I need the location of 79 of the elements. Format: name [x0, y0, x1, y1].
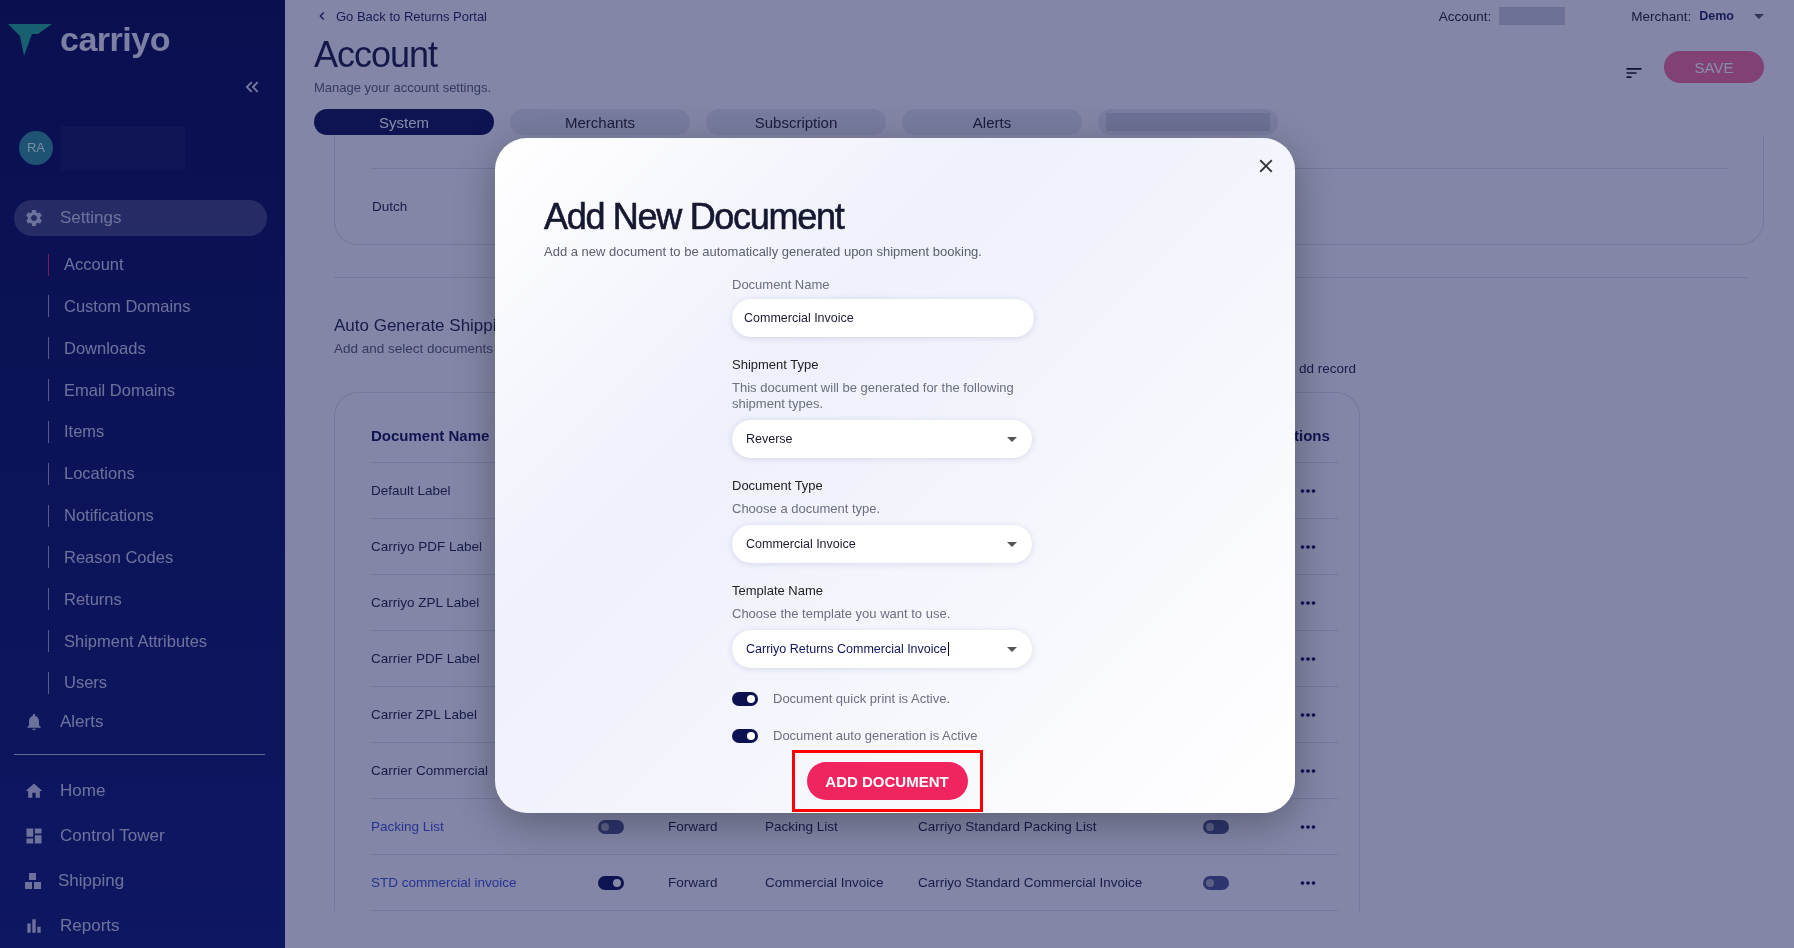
dialog-subtitle: Add a new document to be automatically generated upon shipment booking.	[544, 244, 983, 259]
add-document-button[interactable]: ADD DOCUMENT	[806, 762, 968, 800]
field-label: Document Type	[732, 478, 824, 493]
toggle-switch[interactable]	[598, 875, 624, 890]
merchant-label: Merchant:	[1631, 8, 1692, 24]
field-help: This document will be generated for the following shipment types.	[732, 380, 1015, 412]
column-header: Document Name	[371, 427, 490, 444]
nav-item[interactable]: Control Tower	[14, 813, 267, 859]
table-cell-text: Carrier PDF Label	[371, 651, 481, 666]
nav-item[interactable]: Shipping	[14, 858, 267, 904]
nav-subitem[interactable]: Account	[64, 255, 124, 274]
nav-subitem[interactable]: Email Domains	[64, 380, 175, 400]
select-field[interactable]: Reverse	[732, 420, 1032, 458]
page-title: Account	[314, 34, 439, 76]
page-subtitle: Manage your account settings.	[314, 80, 492, 95]
tab[interactable]: System	[314, 109, 494, 135]
toggle-switch[interactable]	[1203, 875, 1229, 890]
table-cell-text: Packing List	[765, 819, 839, 834]
select-field[interactable]: Carriyo Returns Commercial Invoice	[732, 630, 1032, 668]
field-label: Document Name	[732, 277, 831, 292]
section-title: Auto Generate Shippi	[334, 316, 497, 336]
field-help: Choose a document type.	[732, 501, 882, 517]
logo-icon	[8, 21, 54, 58]
nav-subitem[interactable]: Users	[64, 673, 108, 693]
caret-icon	[1007, 646, 1017, 652]
nav-subitem[interactable]: Items	[64, 422, 105, 442]
field-label: Shipment Type	[732, 357, 820, 372]
caret-icon	[1007, 436, 1017, 442]
document-link[interactable]: Packing List	[371, 819, 598, 834]
language-cell: Dutch	[372, 199, 408, 214]
table-cell-text: Carrier ZPL Label	[371, 707, 479, 722]
tab[interactable]: Merchants	[510, 109, 690, 135]
nav-subitem[interactable]: Downloads	[64, 338, 146, 358]
field-label: Template Name	[732, 583, 825, 598]
toggle-switch[interactable]	[1203, 819, 1229, 834]
table-cell-text: Commercial Invoice	[765, 875, 885, 890]
account-label: Account:	[1438, 8, 1492, 24]
bell-icon	[24, 711, 44, 732]
nav-subitem[interactable]: Locations	[64, 464, 135, 484]
toggle-label: Document auto generation is Active	[773, 728, 978, 743]
toggle-switch[interactable]	[732, 691, 758, 706]
save-button[interactable]: SAVE	[1664, 51, 1764, 83]
table-cell-text: Carriyo ZPL Label	[371, 595, 481, 610]
section-subtitle: Add and select documents	[334, 341, 495, 356]
settings-icon	[24, 207, 44, 228]
field-help: Choose the template you want to use.	[732, 606, 952, 622]
nav-subitem[interactable]: Custom Domains	[64, 296, 191, 316]
table-cell-text: Carrier Commercial	[371, 763, 489, 778]
nav-subitem[interactable]: Shipment Attributes	[64, 631, 208, 651]
table-cell-text: Carriyo Standard Packing List	[918, 819, 1098, 834]
caret-icon	[1754, 13, 1764, 19]
table-cell-text: Default Label	[371, 483, 452, 498]
column-header: tions	[1294, 427, 1330, 444]
toggle-label: Document quick print is Active.	[773, 691, 951, 706]
merchant-dropdown[interactable]: Demo	[1699, 9, 1734, 23]
select-field[interactable]: Commercial Invoice	[732, 525, 1032, 563]
logo-text: carriyo	[60, 20, 170, 60]
tab[interactable]: Subscription	[706, 109, 886, 135]
table-cell-text: Carriyo PDF Label	[371, 539, 484, 554]
nav-subitem[interactable]: Reason Codes	[64, 547, 174, 567]
nav-subitem[interactable]: Returns	[64, 589, 122, 609]
table-cell-text: Carriyo Standard Commercial Invoice	[918, 875, 1144, 890]
caret-icon	[1007, 541, 1017, 547]
tab[interactable]: Alerts	[902, 109, 1082, 135]
boxes-icon	[24, 871, 42, 890]
nav-subitem[interactable]: Notifications	[64, 506, 154, 526]
toggle-switch[interactable]	[732, 728, 758, 743]
dialog-title: Add New Document	[544, 196, 845, 238]
toggle-switch[interactable]	[598, 819, 624, 834]
add-record-link[interactable]: dd record	[1298, 361, 1356, 376]
table-cell-text: Forward	[668, 875, 719, 890]
nav-item[interactable]: Alerts	[14, 703, 267, 740]
table-cell-text: Forward	[668, 819, 719, 834]
nav-item[interactable]: Home	[14, 768, 267, 814]
user-avatar: RA	[19, 130, 53, 165]
back-link[interactable]: Go Back to Returns Portal	[314, 8, 487, 24]
document-link[interactable]: STD commercial invoice	[371, 875, 598, 890]
input-field[interactable]: Commercial Invoice	[732, 299, 1034, 337]
nav-item[interactable]: Reports	[14, 903, 267, 948]
